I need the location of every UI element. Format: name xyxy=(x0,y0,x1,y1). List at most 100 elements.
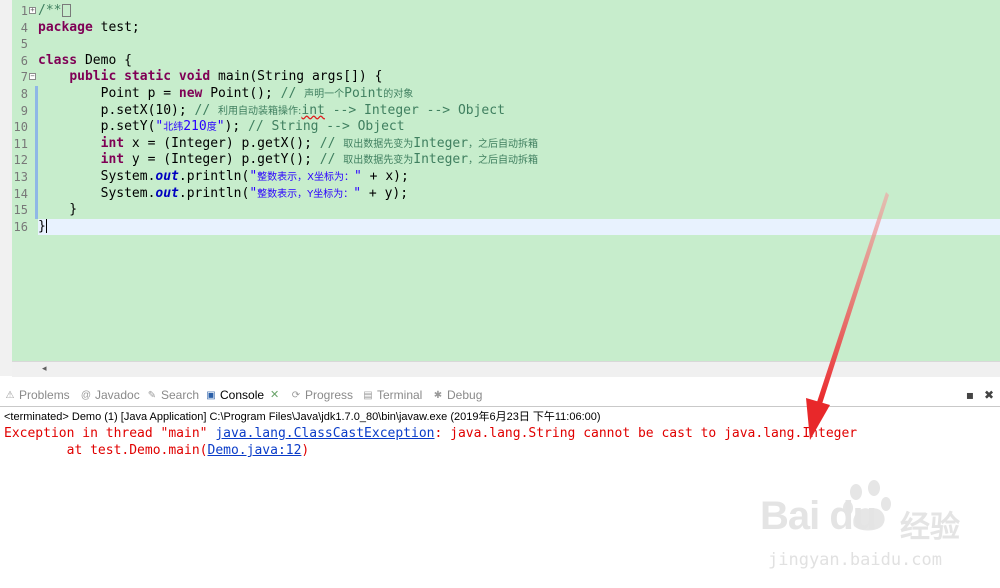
code-line[interactable]: 13 System.out.println("整数表示，X坐标为：" + x); xyxy=(14,168,1000,186)
code-token: out xyxy=(155,185,179,201)
code-token: new xyxy=(178,85,203,101)
code-editor[interactable]: 1 +/** 4 package test; 5 6 class Demo {7− publ… xyxy=(12,0,1000,361)
code-token: 整数表示，X坐标为： xyxy=(257,171,355,183)
code-token: // String --> Object xyxy=(248,119,405,135)
code-line[interactable]: 4 package test; xyxy=(21,19,1000,37)
jingyan-logo-text: 经验 xyxy=(900,510,960,545)
tab-label: Terminal xyxy=(377,388,423,402)
code-token: main(String args[]) { xyxy=(210,69,383,85)
code-token: System. xyxy=(38,168,156,184)
code-token: ，之后自动拆箱 xyxy=(468,155,539,167)
line-number: 5 xyxy=(20,37,28,52)
code-token: p.setY( xyxy=(38,119,156,135)
debug-icon: ✱ xyxy=(433,389,443,401)
code-line[interactable]: 12 int y = (Integer) p.getY(); // 取出数据先变… xyxy=(14,152,1000,169)
code-line[interactable]: 11 int x = (Integer) p.getX(); // 取出数据先变… xyxy=(14,135,1000,153)
tab-progress[interactable]: ⟳ Progress xyxy=(290,387,353,404)
editor-horizontal-scrollbar[interactable]: ◂ xyxy=(12,361,1000,377)
code-token: ); xyxy=(224,119,249,135)
code-token: // xyxy=(319,152,344,168)
line-number: 15 xyxy=(13,203,28,218)
minimize-view-icon[interactable]: ▪ xyxy=(963,388,977,402)
code-token: 度 xyxy=(206,122,217,134)
line-number: 16 xyxy=(13,219,28,234)
code-token: x = (Integer) p.getX(); xyxy=(124,135,320,151)
baidu-jingyan-watermark: Bai du 经验 jingyan.baidu.com xyxy=(760,478,990,578)
change-marker xyxy=(35,135,38,153)
code-token: Integer xyxy=(413,135,469,151)
close-tab-icon[interactable]: ✕ xyxy=(270,387,279,404)
line-number: 11 xyxy=(13,136,28,151)
tab-label: Problems xyxy=(19,388,70,402)
exception-class-link[interactable]: java.lang.ClassCastException xyxy=(215,426,434,441)
change-marker xyxy=(35,168,38,186)
code-token: int xyxy=(301,102,325,118)
code-area[interactable]: 1 +/** 4 package test; 5 6 class Demo {7− publ… xyxy=(14,3,1000,236)
code-line[interactable]: 15 } xyxy=(14,202,1000,219)
line-number: 13 xyxy=(13,169,28,184)
line-number: 6 xyxy=(20,53,28,68)
tab-label: Javadoc xyxy=(95,388,140,402)
problems-icon: ⚠ xyxy=(5,389,15,401)
tab-search[interactable]: ✎ Search xyxy=(146,387,199,404)
collapse-fold-icon[interactable]: − xyxy=(29,73,36,81)
line-number: 1 xyxy=(20,4,28,18)
code-token: .println( xyxy=(178,168,250,184)
code-line[interactable]: 6 class Demo { xyxy=(21,52,1000,70)
code-line[interactable]: 9 p.setX(10); // 利用自动装箱操作:int --> Intege… xyxy=(21,102,1000,120)
stack-frame-link[interactable]: Demo.java:12 xyxy=(208,443,302,458)
code-line[interactable]: 8 Point p = new Point(); // 声明一个Point的对象 xyxy=(21,85,1000,103)
tab-console[interactable]: ▣ Console ✕ xyxy=(205,387,279,404)
exception-prefix: Exception in thread "main" xyxy=(4,426,216,441)
change-marker xyxy=(35,102,38,120)
code-token: // xyxy=(280,85,305,101)
code-line[interactable]: 14 System.out.println("整数表示，Y坐标为：" + y); xyxy=(14,185,1000,203)
tab-label: Search xyxy=(161,388,200,402)
change-marker xyxy=(35,185,38,203)
line-number: 10 xyxy=(13,120,28,135)
change-marker xyxy=(35,85,38,103)
code-token: int xyxy=(100,135,125,151)
code-token: void xyxy=(178,69,211,85)
folded-comment-box[interactable] xyxy=(62,4,72,17)
code-token: " xyxy=(216,119,225,135)
code-line[interactable]: 5 xyxy=(21,36,1000,53)
console-output[interactable]: Exception in thread "main" java.lang.Cla… xyxy=(4,425,857,459)
tab-terminal[interactable]: ▤ Terminal xyxy=(362,387,422,404)
close-view-icon[interactable]: ✖ xyxy=(982,388,996,402)
code-token: " xyxy=(249,168,258,184)
code-line[interactable]: 1 +/** xyxy=(21,3,1000,20)
expand-fold-icon[interactable]: + xyxy=(29,7,36,14)
tab-problems[interactable]: ⚠ Problems xyxy=(4,387,70,404)
code-token: class xyxy=(38,52,78,68)
eclipse-window: 1 +/** 4 package test; 5 6 class Demo {7− publ… xyxy=(0,0,1000,588)
code-line[interactable]: 16} xyxy=(14,218,1000,236)
code-token: 的对象 xyxy=(383,88,414,100)
code-line[interactable]: 10 p.setY("北纬210度"); // String --> Objec… xyxy=(14,119,1000,136)
code-token: public xyxy=(69,69,117,85)
scroll-left-arrow-icon[interactable]: ◂ xyxy=(42,364,47,374)
change-marker xyxy=(35,119,38,136)
tab-debug[interactable]: ✱ Debug xyxy=(432,387,483,404)
code-token: Integer xyxy=(413,152,469,168)
code-token: Point p = xyxy=(38,85,179,101)
code-line[interactable]: 7− public static void main(String args[]… xyxy=(21,69,1000,86)
code-token: 利用自动装箱操作: xyxy=(218,105,302,117)
code-token: .println( xyxy=(178,185,250,201)
code-token: /** xyxy=(38,3,62,18)
code-token: package xyxy=(38,19,93,35)
tab-javadoc[interactable]: @ Javadoc xyxy=(80,387,140,404)
code-token: Point(); xyxy=(202,85,281,101)
line-number: 8 xyxy=(20,86,28,101)
change-marker xyxy=(35,152,38,169)
code-token: 整数表示，Y坐标为： xyxy=(257,188,354,200)
code-token: p.setX(10); xyxy=(38,102,195,118)
code-token: Point xyxy=(344,85,384,101)
line-number: 14 xyxy=(13,186,28,201)
console-icon: ▣ xyxy=(206,389,216,401)
code-token: int xyxy=(100,152,125,168)
